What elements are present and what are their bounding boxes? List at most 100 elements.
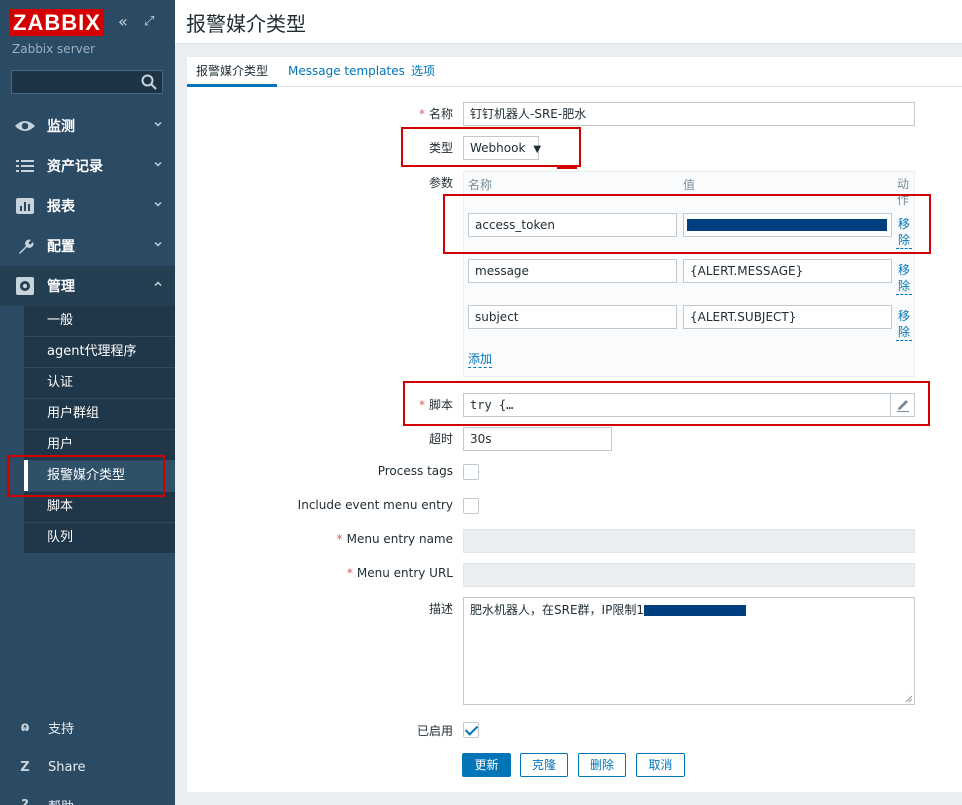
caret-down-icon: ▼: [533, 144, 542, 155]
share-z-icon: Z: [20, 759, 30, 775]
timeout-label-row: 超时: [187, 430, 453, 450]
page-title: 报警媒介类型: [186, 12, 306, 36]
add-param-link[interactable]: 添加: [468, 351, 493, 368]
description-row: 描述: [187, 600, 453, 620]
resize-handle-icon[interactable]: [905, 695, 913, 703]
name-label-row: * 名称: [187, 105, 453, 125]
submenu-users[interactable]: 用户: [24, 430, 175, 461]
script-label-row: * 脚本: [187, 396, 453, 416]
submenu-general[interactable]: 一般: [24, 306, 175, 337]
enabled-checkbox[interactable]: [463, 722, 479, 738]
enabled-label: 已启用: [416, 724, 453, 738]
tab-options[interactable]: 选项: [411, 57, 435, 87]
zabbix-logo[interactable]: ZABBIX: [10, 9, 104, 36]
redacted-ip: [643, 605, 746, 616]
highlight-underline: [557, 165, 577, 169]
tab-message-templates[interactable]: Message templates: [288, 57, 405, 87]
param-value-input[interactable]: {ALERT.MESSAGE}: [683, 259, 892, 283]
eye-icon: [13, 116, 37, 136]
menu-reports[interactable]: 报表: [0, 186, 175, 226]
submenu-queue[interactable]: 队列: [24, 523, 175, 554]
script-input[interactable]: try {…: [463, 393, 915, 417]
menu-entry-name-row: * Menu entry name: [187, 532, 453, 552]
include-menu-row: Include event menu entry: [187, 498, 453, 518]
page-header: 报警媒介类型: [175, 0, 962, 44]
help-icon: ?: [21, 797, 29, 805]
params-label-row: 参数: [187, 174, 453, 194]
timeout-input[interactable]: 30s: [463, 427, 612, 451]
wrench-icon: [13, 236, 37, 256]
menu-entry-url-input: [463, 563, 915, 587]
type-label-row: 类型: [187, 139, 453, 159]
required-marker: *: [336, 532, 343, 546]
bar-chart-icon: [13, 196, 37, 216]
share-label: Share: [48, 759, 86, 775]
name-input[interactable]: 钉钉机器人-SRE-肥水: [463, 102, 915, 126]
clone-button[interactable]: 克隆: [520, 753, 568, 777]
param-remove-link[interactable]: 移除: [896, 262, 912, 295]
menu-monitoring[interactable]: 监测: [0, 106, 175, 146]
submenu-proxies[interactable]: agent代理程序: [24, 337, 175, 368]
required-marker: *: [418, 398, 425, 412]
param-value-input[interactable]: {ALERT.SUBJECT}: [683, 305, 892, 329]
search-icon[interactable]: [140, 73, 158, 91]
tab-bar: 报警媒介类型 Message templates 选项: [187, 57, 962, 87]
chevron-down-icon: [154, 241, 162, 247]
required-marker: *: [346, 566, 353, 580]
param-value-input[interactable]: [683, 213, 892, 237]
help-label: 帮助: [48, 796, 74, 805]
menu-configuration[interactable]: 配置: [0, 226, 175, 266]
gear-icon: [13, 276, 37, 296]
list-icon: [13, 156, 37, 176]
sidebar-search-input[interactable]: [11, 70, 163, 94]
admin-submenu: 一般 agent代理程序 认证 用户群组 用户 报警媒介类型 脚本 队列: [24, 306, 175, 554]
collapse-sidebar-icon[interactable]: «: [118, 12, 128, 32]
menu-label: 监测: [47, 119, 75, 135]
description-textarea[interactable]: 肥水机器人，在SRE群，IP限制1: [463, 597, 915, 705]
script-value: try {…: [470, 398, 514, 412]
process-tags-checkbox[interactable]: [463, 464, 479, 480]
redacted-token: [687, 219, 887, 231]
menu-label: 报表: [47, 199, 75, 215]
type-select[interactable]: Webhook ▼: [463, 136, 542, 160]
include-menu-label: Include event menu entry: [297, 498, 453, 512]
params-header-action: 动作: [897, 177, 910, 207]
edit-script-button[interactable]: [890, 394, 914, 416]
support-link[interactable]: ɷ 支持: [0, 712, 175, 742]
type-label: 类型: [428, 141, 453, 155]
tab-media-type[interactable]: 报警媒介类型: [187, 57, 278, 87]
submenu-authentication[interactable]: 认证: [24, 368, 175, 399]
menu-entry-name-label: * Menu entry name: [336, 532, 453, 546]
help-link[interactable]: ? 帮助: [0, 790, 175, 805]
update-button[interactable]: 更新: [462, 753, 511, 777]
description-value: 肥水机器人，在SRE群，IP限制1: [470, 603, 644, 617]
delete-button[interactable]: 删除: [578, 753, 626, 777]
share-link[interactable]: Z Share: [0, 752, 175, 782]
active-item-marker: [24, 460, 28, 491]
enabled-row: 已启用: [187, 722, 453, 742]
submenu-scripts[interactable]: 脚本: [24, 492, 175, 523]
chevron-up-icon: [154, 281, 162, 287]
submenu-media-types[interactable]: 报警媒介类型: [24, 461, 175, 492]
param-remove-link[interactable]: 移除: [896, 216, 912, 249]
param-name-input[interactable]: subject: [468, 305, 677, 329]
sidebar: ZABBIX « ⤢ Zabbix server 监测 资产记录 报表 配置 管…: [0, 0, 175, 805]
include-menu-checkbox[interactable]: [463, 498, 479, 514]
param-name-input[interactable]: access_token: [468, 213, 677, 237]
menu-administration[interactable]: 管理: [0, 266, 175, 306]
name-label: * 名称: [418, 107, 453, 121]
script-label: * 脚本: [418, 398, 453, 412]
params-header-value: 值: [683, 178, 696, 192]
menu-label: 配置: [47, 239, 75, 255]
process-tags-row: Process tags: [187, 464, 453, 484]
submenu-user-groups[interactable]: 用户群组: [24, 399, 175, 430]
kiosk-mode-icon[interactable]: ⤢: [144, 12, 154, 32]
required-marker: *: [418, 107, 425, 121]
param-remove-link[interactable]: 移除: [896, 308, 912, 341]
cancel-button[interactable]: 取消: [636, 753, 685, 777]
chevron-down-icon: [154, 201, 162, 207]
menu-entry-url-row: * Menu entry URL: [187, 566, 453, 586]
param-name-input[interactable]: message: [468, 259, 677, 283]
menu-inventory[interactable]: 资产记录: [0, 146, 175, 186]
support-label: 支持: [48, 721, 75, 737]
